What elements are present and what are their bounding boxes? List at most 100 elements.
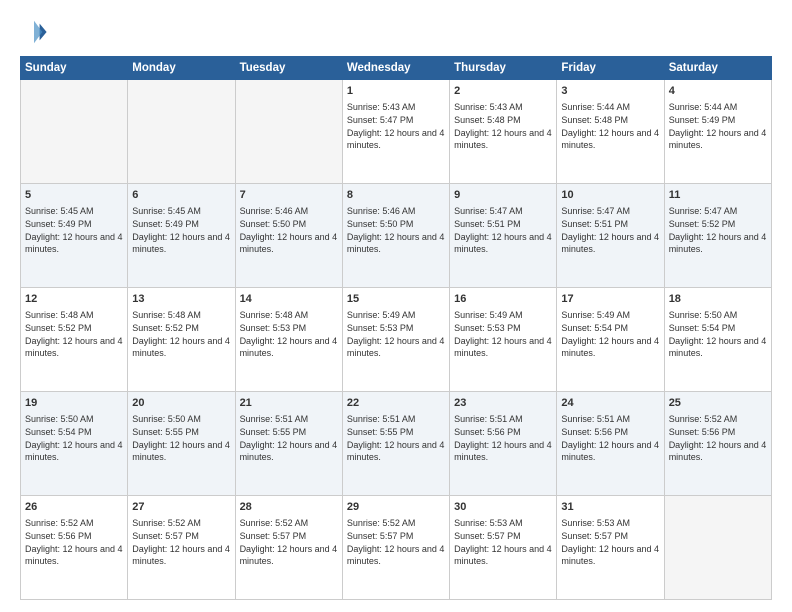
day-info: Daylight: 12 hours and 4 minutes. [132, 439, 230, 464]
calendar-cell: 24Sunrise: 5:51 AMSunset: 5:56 PMDayligh… [557, 392, 664, 496]
day-info: Sunset: 5:47 PM [347, 114, 445, 127]
day-info: Sunset: 5:56 PM [669, 426, 767, 439]
day-info: Sunrise: 5:46 AM [240, 205, 338, 218]
day-number: 15 [347, 292, 445, 307]
day-info: Daylight: 12 hours and 4 minutes. [347, 439, 445, 464]
day-info: Sunrise: 5:50 AM [669, 309, 767, 322]
weekday-header-sunday: Sunday [21, 57, 128, 80]
day-info: Daylight: 12 hours and 4 minutes. [25, 439, 123, 464]
day-info: Sunrise: 5:51 AM [454, 413, 552, 426]
day-info: Daylight: 12 hours and 4 minutes. [454, 335, 552, 360]
day-info: Sunset: 5:57 PM [454, 530, 552, 543]
day-number: 28 [240, 500, 338, 515]
day-info: Sunrise: 5:51 AM [347, 413, 445, 426]
calendar-cell: 23 Sunrise: 5:51 AMSunset: 5:56 PMDayligh… [450, 392, 557, 496]
calendar-cell: 4Sunrise: 5:44 AMSunset: 5:49 PMDaylight… [664, 80, 771, 184]
weekday-header-friday: Friday [557, 57, 664, 80]
calendar-cell: 20Sunrise: 5:50 AMSunset: 5:55 PMDayligh… [128, 392, 235, 496]
weekday-header-saturday: Saturday [664, 57, 771, 80]
day-info: Sunset: 5:48 PM [561, 114, 659, 127]
day-info: Sunrise: 5:49 AM [454, 309, 552, 322]
day-number: 17 [561, 292, 659, 307]
calendar-cell: 14Sunrise: 5:48 AMSunset: 5:53 PMDayligh… [235, 288, 342, 392]
day-number: 30 [454, 500, 552, 515]
day-info: Daylight: 12 hours and 4 minutes. [561, 335, 659, 360]
day-info: Sunrise: 5:52 AM [132, 517, 230, 530]
day-number: 2 [454, 84, 552, 99]
day-info: Daylight: 12 hours and 4 minutes. [347, 231, 445, 256]
calendar-cell: 13Sunrise: 5:48 AMSunset: 5:52 PMDayligh… [128, 288, 235, 392]
day-info: Sunrise: 5:43 AM [347, 101, 445, 114]
calendar-cell: 12Sunrise: 5:48 AMSunset: 5:52 PMDayligh… [21, 288, 128, 392]
calendar-cell: 30Sunrise: 5:53 AMSunset: 5:57 PMDayligh… [450, 496, 557, 600]
calendar-cell [664, 496, 771, 600]
calendar-cell: 11Sunrise: 5:47 AMSunset: 5:52 PMDayligh… [664, 184, 771, 288]
day-info: Sunrise: 5:47 AM [454, 205, 552, 218]
calendar-cell [128, 80, 235, 184]
day-number: 1 [347, 84, 445, 99]
day-number: 19 [25, 396, 123, 411]
day-info: Sunset: 5:54 PM [669, 322, 767, 335]
day-info: Daylight: 12 hours and 4 minutes. [669, 127, 767, 152]
header [20, 18, 772, 46]
day-info: Sunrise: 5:50 AM [25, 413, 123, 426]
day-info: Sunset: 5:55 PM [347, 426, 445, 439]
day-number: 31 [561, 500, 659, 515]
day-info: Daylight: 12 hours and 4 minutes. [561, 439, 659, 464]
day-number: 8 [347, 188, 445, 203]
day-info: Sunset: 5:49 PM [132, 218, 230, 231]
day-info: Daylight: 12 hours and 4 minutes. [240, 231, 338, 256]
day-info: Sunset: 5:57 PM [240, 530, 338, 543]
day-info: Sunrise: 5:52 AM [347, 517, 445, 530]
calendar-cell: 15Sunrise: 5:49 AMSunset: 5:53 PMDayligh… [342, 288, 449, 392]
day-info: Daylight: 12 hours and 4 minutes. [25, 231, 123, 256]
calendar-cell: 10Sunrise: 5:47 AMSunset: 5:51 PMDayligh… [557, 184, 664, 288]
day-info: Sunrise: 5:51 AM [240, 413, 338, 426]
calendar-cell: 16Sunrise: 5:49 AMSunset: 5:53 PMDayligh… [450, 288, 557, 392]
calendar-cell: 25Sunrise: 5:52 AMSunset: 5:56 PMDayligh… [664, 392, 771, 496]
day-info: Sunrise: 5:45 AM [25, 205, 123, 218]
day-info: Sunrise: 5:49 AM [561, 309, 659, 322]
day-info: Sunrise: 5:53 AM [454, 517, 552, 530]
calendar-cell: 8Sunrise: 5:46 AMSunset: 5:50 PMDaylight… [342, 184, 449, 288]
day-number: 18 [669, 292, 767, 307]
day-info: Sunset: 5:51 PM [454, 218, 552, 231]
day-number: 11 [669, 188, 767, 203]
day-number: 6 [132, 188, 230, 203]
calendar-cell: 26Sunrise: 5:52 AMSunset: 5:56 PMDayligh… [21, 496, 128, 600]
day-info: Daylight: 12 hours and 4 minutes. [454, 439, 552, 464]
day-info: Daylight: 12 hours and 4 minutes. [132, 335, 230, 360]
weekday-header-tuesday: Tuesday [235, 57, 342, 80]
day-info: Daylight: 12 hours and 4 minutes. [561, 127, 659, 152]
calendar-cell: 9Sunrise: 5:47 AMSunset: 5:51 PMDaylight… [450, 184, 557, 288]
day-info: Sunset: 5:56 PM [454, 426, 552, 439]
day-info: Sunrise: 5:49 AM [347, 309, 445, 322]
calendar-cell: 31Sunrise: 5:53 AMSunset: 5:57 PMDayligh… [557, 496, 664, 600]
day-info: Daylight: 12 hours and 4 minutes. [240, 439, 338, 464]
day-info: Daylight: 12 hours and 4 minutes. [132, 543, 230, 568]
day-number: 16 [454, 292, 552, 307]
day-info: Sunrise: 5:47 AM [669, 205, 767, 218]
day-info: Sunrise: 5:47 AM [561, 205, 659, 218]
day-number: 23 [454, 396, 552, 411]
day-info: Sunrise: 5:44 AM [561, 101, 659, 114]
calendar-cell: 18Sunrise: 5:50 AMSunset: 5:54 PMDayligh… [664, 288, 771, 392]
calendar-cell: 19Sunrise: 5:50 AMSunset: 5:54 PMDayligh… [21, 392, 128, 496]
day-number: 26 [25, 500, 123, 515]
day-info: Sunset: 5:50 PM [240, 218, 338, 231]
calendar-cell [235, 80, 342, 184]
day-number: 5 [25, 188, 123, 203]
day-number: 12 [25, 292, 123, 307]
day-info: Sunset: 5:57 PM [561, 530, 659, 543]
calendar-cell: 3Sunrise: 5:44 AMSunset: 5:48 PMDaylight… [557, 80, 664, 184]
day-info: Sunrise: 5:53 AM [561, 517, 659, 530]
day-info: Sunrise: 5:50 AM [132, 413, 230, 426]
day-info: Daylight: 12 hours and 4 minutes. [561, 231, 659, 256]
day-info: Sunrise: 5:52 AM [669, 413, 767, 426]
logo-icon [20, 18, 48, 46]
day-info: Sunrise: 5:52 AM [25, 517, 123, 530]
day-info: Sunset: 5:53 PM [347, 322, 445, 335]
day-info: Sunrise: 5:46 AM [347, 205, 445, 218]
day-info: Daylight: 12 hours and 4 minutes. [454, 127, 552, 152]
weekday-header-monday: Monday [128, 57, 235, 80]
